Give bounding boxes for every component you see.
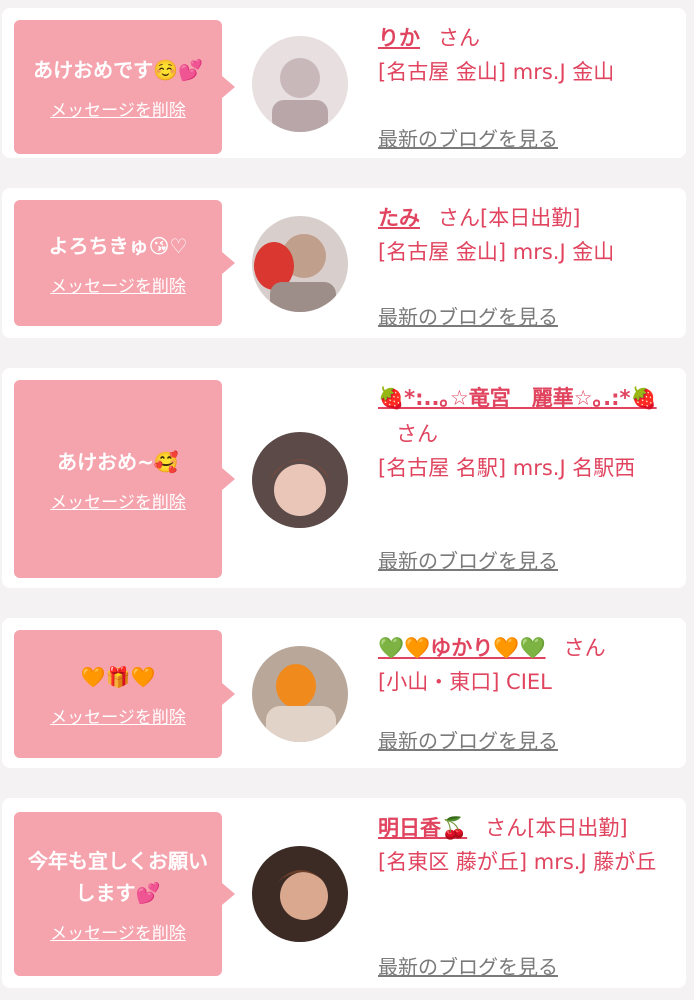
delete-message-link[interactable]: メッセージを削除	[50, 96, 186, 121]
message-text: 🧡🎁🧡	[80, 664, 156, 689]
latest-blog-link[interactable]: 最新のブログを見る	[378, 952, 558, 982]
therapist-name-link[interactable]: 💚🧡ゆかり🧡💚	[378, 636, 546, 660]
honorific: さん[本日出勤]	[485, 816, 628, 840]
message-card: 🧡🎁🧡 メッセージを削除 💚🧡ゆかり🧡💚 さん [小山・東口] CIEL 最新のブ…	[2, 618, 686, 768]
message-text: 今年も宜しくお願いします💕	[28, 848, 208, 905]
message-card: あけおめ~🥰 メッセージを削除 🍓*:..｡☆竜宮 麗華☆｡.:*🍓 さん [名古…	[2, 368, 686, 588]
shop-name: [名古屋 金山] mrs.J 金山	[378, 240, 615, 264]
message-bubble: 今年も宜しくお願いします💕 メッセージを削除	[14, 812, 235, 976]
message-card: あけおめです☺️💕 メッセージを削除 りか さん [名古屋 金山] mrs.J 金…	[2, 8, 686, 158]
message-bubble: 🧡🎁🧡 メッセージを削除	[14, 630, 235, 758]
latest-blog-link[interactable]: 最新のブログを見る	[378, 302, 558, 332]
avatar[interactable]	[252, 646, 348, 742]
avatar[interactable]	[252, 432, 348, 528]
honorific: さん[本日出勤]	[438, 206, 581, 230]
therapist-name-link[interactable]: りか	[378, 26, 420, 50]
message-text: あけおめ~🥰	[57, 449, 179, 474]
delete-message-link[interactable]: メッセージを削除	[50, 703, 186, 728]
message-bubble: あけおめ~🥰 メッセージを削除	[14, 380, 235, 578]
latest-blog-link[interactable]: 最新のブログを見る	[378, 124, 558, 154]
message-bubble: あけおめです☺️💕 メッセージを削除	[14, 20, 235, 154]
message-text: あけおめです☺️💕	[33, 57, 203, 82]
avatar[interactable]	[252, 36, 348, 132]
shop-name: [名東区 藤が丘] mrs.J 藤が丘	[378, 850, 657, 874]
honorific: さん	[563, 636, 606, 660]
therapist-name-link[interactable]: 🍓*:..｡☆竜宮 麗華☆｡.:*🍓	[378, 386, 657, 410]
shop-name: [名古屋 金山] mrs.J 金山	[378, 60, 615, 84]
delete-message-link[interactable]: メッセージを削除	[50, 919, 186, 944]
shop-name: [名古屋 名駅] mrs.J 名駅西	[378, 456, 636, 480]
message-text: よろちきゅ😘♡	[48, 233, 188, 258]
avatar[interactable]	[252, 216, 348, 312]
message-card: よろちきゅ😘♡ メッセージを削除 たみ さん[本日出勤] [名古屋 金山] mrs…	[2, 188, 686, 338]
delete-message-link[interactable]: メッセージを削除	[50, 488, 186, 513]
latest-blog-link[interactable]: 最新のブログを見る	[378, 726, 558, 756]
delete-message-link[interactable]: メッセージを削除	[50, 272, 186, 297]
message-bubble: よろちきゅ😘♡ メッセージを削除	[14, 200, 235, 326]
honorific: さん	[396, 422, 438, 446]
latest-blog-link[interactable]: 最新のブログを見る	[378, 546, 558, 576]
message-card: 今年も宜しくお願いします💕 メッセージを削除 明日香🍒 さん[本日出勤] [名東区…	[2, 798, 686, 988]
shop-name: [小山・東口] CIEL	[378, 670, 552, 694]
avatar[interactable]	[252, 846, 348, 942]
therapist-name-link[interactable]: 明日香🍒	[378, 816, 467, 840]
honorific: さん	[438, 26, 480, 50]
therapist-name-link[interactable]: たみ	[378, 206, 420, 230]
